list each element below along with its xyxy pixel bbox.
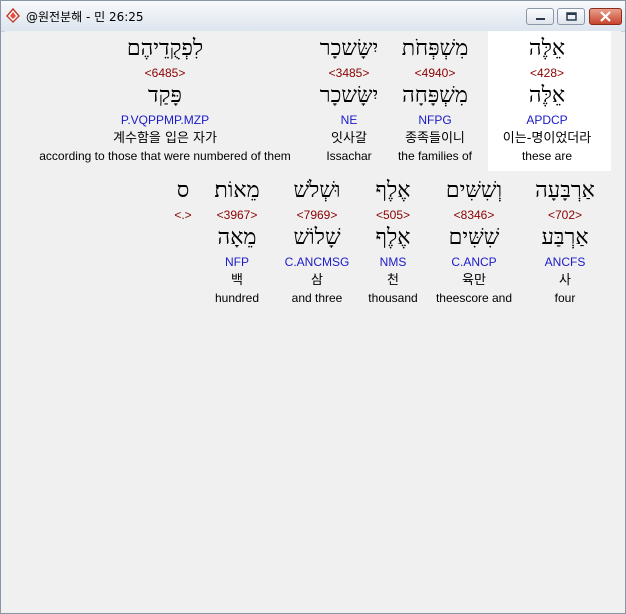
hebrew-lemma: אַרְבַּע	[541, 225, 589, 250]
parsing-code: ANCFS	[544, 255, 586, 269]
window-title: @원전분해 - 민 26:25	[26, 10, 144, 24]
korean-gloss: 육만	[462, 273, 486, 288]
hebrew-word[interactable]: וּשְׁלֹשׁ	[293, 178, 340, 204]
hebrew-word[interactable]: אַרְבָּעָה	[535, 178, 595, 204]
parsing-code: NMS	[379, 255, 407, 269]
english-gloss: hundred	[214, 291, 260, 305]
english-gloss: the families of	[397, 149, 473, 163]
english-gloss: these are	[521, 149, 573, 163]
strong-number[interactable]: <4940>	[415, 66, 456, 80]
parsing-code: C.ANCMSG	[284, 255, 350, 269]
parsing-code: NFPG	[418, 113, 452, 127]
korean-gloss: 삼	[311, 273, 323, 288]
minimize-button[interactable]	[526, 8, 554, 25]
hebrew-lemma: שָׁלוֹשׁ	[293, 225, 341, 250]
close-icon	[600, 11, 611, 22]
hebrew-word[interactable]: ס	[177, 178, 190, 204]
hebrew-word[interactable]: לִפְקֻדֵיהֶם	[127, 36, 203, 62]
app-window: @원전분해 - 민 26:25 אֵלֶּה <428> אֵלֶּה APDC…	[0, 0, 626, 614]
english-gloss: four	[554, 291, 576, 305]
interlinear-view: אֵלֶּה <428> אֵלֶּה APDCP 이는-명이었더라 these…	[5, 31, 621, 609]
strong-number[interactable]: <428>	[530, 66, 564, 80]
parsing-code: NE	[340, 113, 358, 127]
hebrew-word[interactable]: יִשָּׂשכָר	[320, 36, 378, 62]
parsing-code: P.VQPPMP.MZP	[120, 113, 210, 127]
strong-number[interactable]: <505>	[376, 208, 410, 222]
english-gloss: Issachar	[326, 149, 372, 163]
hebrew-lemma: אֶלֶף	[375, 225, 411, 250]
bible-app-icon[interactable]	[5, 7, 21, 23]
parsing-code: NFP	[225, 255, 249, 269]
strong-number[interactable]: <6485>	[145, 66, 186, 80]
english-gloss: and three	[291, 291, 343, 305]
strong-number[interactable]: <7969>	[297, 208, 338, 222]
strong-number[interactable]: <3485>	[329, 66, 370, 80]
hebrew-word[interactable]: מִשְׁפְּחֹת	[402, 36, 469, 62]
korean-gloss: 천	[387, 273, 399, 288]
strong-number[interactable]: <8346>	[454, 208, 495, 222]
strong-number[interactable]: <702>	[548, 208, 582, 222]
hebrew-word[interactable]: אֵלֶּה	[529, 36, 565, 62]
hebrew-lemma: יִשָּׂשכָר	[319, 83, 379, 108]
korean-gloss: 사	[559, 273, 571, 288]
hebrew-word[interactable]: אֶלֶף	[376, 178, 411, 204]
hebrew-lemma: שִׁשִּׁים	[448, 225, 500, 250]
maximize-icon	[566, 12, 577, 21]
strong-number[interactable]: <.>	[174, 208, 191, 222]
korean-gloss: 종족들이니	[405, 131, 465, 146]
english-gloss: thousand	[368, 291, 418, 305]
parsing-code: APDCP	[526, 113, 568, 127]
close-button[interactable]	[589, 8, 622, 25]
english-gloss: according to those that were numbered of…	[39, 149, 291, 163]
korean-gloss: 이는-명이었더라	[502, 131, 592, 146]
hebrew-word[interactable]: וְשִׁשִּׁים	[446, 178, 502, 204]
hebrew-word[interactable]: מֵאוֹת׃	[214, 178, 259, 204]
english-gloss: theescore and	[435, 291, 513, 305]
korean-gloss: 잇사갈	[331, 131, 367, 146]
hebrew-lemma: מֵאָה	[217, 225, 257, 250]
hebrew-lemma: מִשְׁפָּחָה	[402, 83, 468, 108]
minimize-icon	[536, 18, 545, 20]
strong-number[interactable]: <3967>	[217, 208, 258, 222]
korean-gloss: 계수함을 입은 자가	[113, 131, 217, 146]
title-bar[interactable]: @원전분해 - 민 26:25	[1, 1, 625, 32]
parsing-code: C.ANCP	[451, 255, 497, 269]
hebrew-lemma: אֵלֶּה	[528, 83, 566, 108]
hebrew-lemma: פָּקַד	[148, 83, 182, 108]
maximize-button[interactable]	[557, 8, 585, 25]
korean-gloss: 백	[231, 273, 243, 288]
